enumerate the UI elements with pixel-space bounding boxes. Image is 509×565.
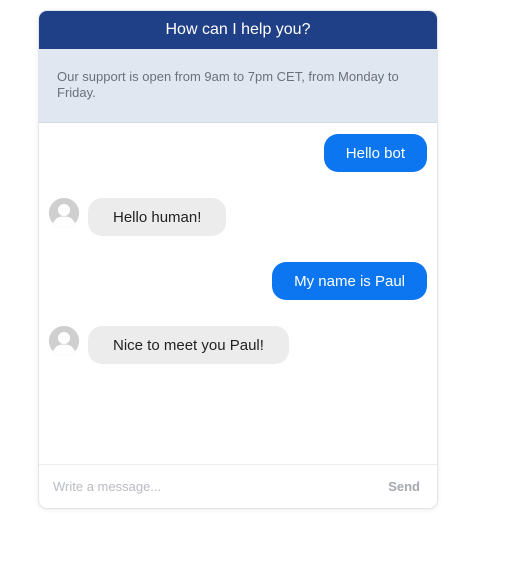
bot-message: Nice to meet you Paul! bbox=[88, 326, 289, 364]
message-list: Hello bot Hello human! My name is Paul N… bbox=[39, 123, 437, 464]
user-message: Hello bot bbox=[323, 134, 427, 172]
message-text: Hello bot bbox=[345, 144, 405, 162]
user-avatar-icon bbox=[49, 198, 79, 228]
bot-message: Hello human! bbox=[88, 198, 227, 236]
chat-title: How can I help you? bbox=[165, 21, 311, 38]
chat-header: How can I help you? bbox=[39, 11, 437, 49]
chat-widget: How can I help you? Our support is open … bbox=[39, 11, 437, 508]
user-message: My name is Paul bbox=[272, 262, 427, 300]
message-composer: Send bbox=[39, 464, 437, 508]
send-button[interactable]: Send bbox=[388, 479, 420, 494]
message-text: Nice to meet you Paul! bbox=[113, 336, 264, 354]
message-input[interactable] bbox=[51, 478, 355, 495]
message-text: My name is Paul bbox=[294, 272, 405, 290]
message-text: Hello human! bbox=[113, 208, 202, 226]
support-hours-notice: Our support is open from 9am to 7pm CET,… bbox=[39, 49, 437, 123]
user-avatar-icon bbox=[49, 326, 79, 356]
